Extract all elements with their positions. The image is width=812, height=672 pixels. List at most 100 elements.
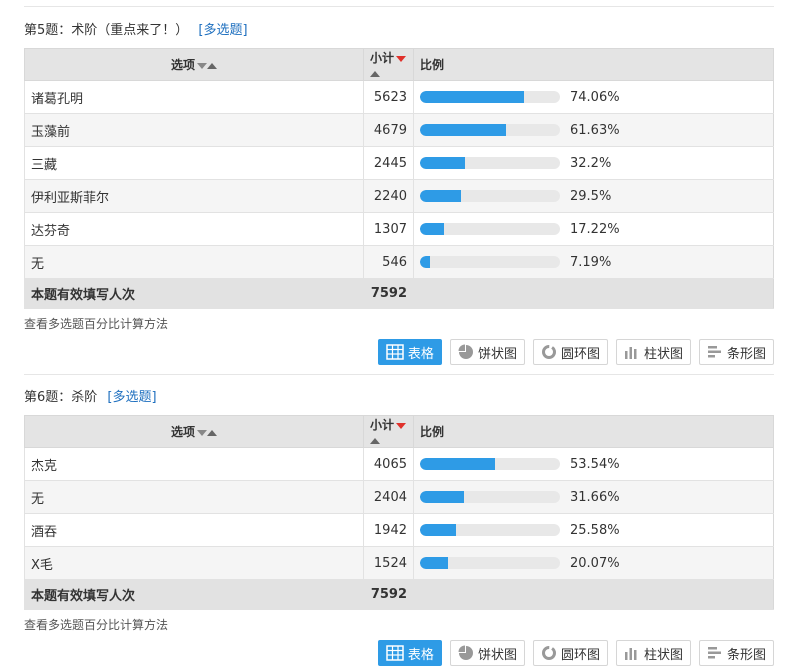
ratio-bar-fill (420, 557, 449, 569)
column-chart-icon (624, 648, 637, 660)
count-header-label: 小计 (370, 418, 395, 432)
result-table: 选项 小计 比例 杰克 4065 53.54% 无 2404 31.66% 酒吞… (24, 415, 774, 610)
option-cell: 酒吞 (24, 513, 364, 547)
ratio-cell: 17.22% (413, 212, 774, 246)
ratio-cell: 53.54% (413, 447, 774, 481)
bar-chart-button[interactable]: 条形图 (698, 339, 774, 365)
ratio-cell: 32.2% (413, 146, 774, 180)
question-type-tag[interactable]: [多选题] (198, 23, 247, 38)
ratio-text: 31.66% (570, 489, 620, 505)
column-chart-icon (624, 347, 637, 359)
ratio-text: 61.63% (570, 122, 620, 138)
table-row: 无 546 7.19% (24, 245, 774, 279)
count-cell: 1942 (363, 513, 414, 547)
option-header-label: 选项 (170, 425, 195, 439)
pie-chart-icon (458, 344, 473, 359)
ratio-bar-fill (420, 458, 495, 470)
ratio-bar (420, 190, 560, 202)
ratio-bar (420, 524, 560, 536)
sort-icon[interactable] (370, 70, 380, 77)
question-title: 第6题：杀阶 [多选题] (24, 387, 774, 409)
sort-icon[interactable] (370, 437, 380, 444)
table-row: 玉藻前 4679 61.63% (24, 113, 774, 147)
ratio-bar (420, 557, 560, 569)
ratio-text: 7.19% (570, 254, 612, 270)
ratio-bar-fill (420, 124, 507, 136)
table-view-button[interactable]: 表格 (377, 640, 442, 666)
calc-method-link[interactable]: 查看多选题百分比计算方法 (24, 610, 774, 640)
ratio-bar (420, 491, 560, 503)
view-switcher: 表格 饼状图 圆环图 柱状图 条形图 (24, 640, 774, 666)
ring-chart-button[interactable]: 圆环图 (532, 339, 608, 365)
ratio-text: 20.07% (570, 555, 620, 571)
pie-chart-button[interactable]: 饼状图 (449, 339, 525, 365)
ring-chart-label: 圆环图 (560, 647, 600, 663)
sort-icon[interactable] (197, 62, 207, 69)
option-cell: X毛 (24, 546, 364, 580)
table-row: 诸葛孔明 5623 74.06% (24, 80, 774, 114)
question-title-text: 第6题：杀阶 (24, 390, 98, 405)
option-cell: 伊利亚斯菲尔 (24, 179, 364, 213)
ratio-text: 53.54% (570, 456, 620, 472)
option-cell: 诸葛孔明 (24, 80, 364, 114)
ratio-text: 25.58% (570, 522, 620, 538)
ratio-bar-fill (420, 190, 462, 202)
ratio-bar (420, 223, 560, 235)
ratio-bar-fill (420, 223, 445, 235)
sort-icon[interactable] (207, 429, 217, 436)
question-5: 第5题：术阶（重点来了！） [多选题] 选项 小计 比例 诸葛孔明 5623 7… (24, 20, 774, 365)
column-chart-button[interactable]: 柱状图 (615, 640, 691, 666)
count-cell: 1524 (363, 546, 414, 580)
table-row: 达芬奇 1307 17.22% (24, 212, 774, 246)
column-chart-label: 柱状图 (643, 647, 683, 663)
count-cell: 546 (363, 245, 414, 279)
view-switcher: 表格 饼状图 圆环图 柱状图 条形图 (24, 339, 774, 365)
option-cell: 玉藻前 (24, 113, 364, 147)
bar-chart-button[interactable]: 条形图 (698, 640, 774, 666)
count-cell: 2445 (363, 146, 414, 180)
count-cell: 4065 (363, 447, 414, 481)
question-title: 第5题：术阶（重点来了！） [多选题] (24, 20, 774, 42)
total-label: 本题有效填写人次 (24, 278, 364, 309)
total-empty-cell (413, 278, 774, 309)
total-label: 本题有效填写人次 (24, 579, 364, 610)
count-cell: 1307 (363, 212, 414, 246)
count-header-label: 小计 (370, 51, 395, 65)
ratio-bar (420, 157, 560, 169)
question-6: 第6题：杀阶 [多选题] 选项 小计 比例 杰克 4065 53.54% 无 2… (24, 387, 774, 666)
count-header[interactable]: 小计 (363, 48, 414, 81)
table-view-button[interactable]: 表格 (377, 339, 442, 365)
ratio-bar-fill (420, 256, 431, 268)
column-chart-label: 柱状图 (643, 346, 683, 362)
option-header[interactable]: 选项 (24, 415, 364, 448)
total-empty-cell (413, 579, 774, 610)
ratio-header-label: 比例 (420, 425, 445, 439)
ring-chart-label: 圆环图 (560, 346, 600, 362)
sort-icon[interactable] (207, 62, 217, 69)
option-cell: 三藏 (24, 146, 364, 180)
ratio-text: 32.2% (570, 155, 612, 171)
pie-chart-label: 饼状图 (477, 346, 517, 362)
option-cell: 无 (24, 245, 364, 279)
column-chart-button[interactable]: 柱状图 (615, 339, 691, 365)
ratio-bar-fill (420, 491, 465, 503)
ratio-cell: 25.58% (413, 513, 774, 547)
pie-chart-button[interactable]: 饼状图 (449, 640, 525, 666)
table-row: 伊利亚斯菲尔 2240 29.5% (24, 179, 774, 213)
sort-desc-icon[interactable] (396, 55, 407, 62)
sort-icon[interactable] (197, 429, 207, 436)
table-view-label: 表格 (407, 647, 434, 663)
count-cell: 5623 (363, 80, 414, 114)
option-cell: 无 (24, 480, 364, 514)
ring-chart-button[interactable]: 圆环图 (532, 640, 608, 666)
table-row: 酒吞 1942 25.58% (24, 513, 774, 547)
ring-chart-icon (541, 345, 556, 359)
question-type-tag[interactable]: [多选题] (107, 390, 156, 405)
count-cell: 4679 (363, 113, 414, 147)
total-row: 本题有效填写人次 7592 (24, 579, 774, 610)
count-header[interactable]: 小计 (363, 415, 414, 448)
pie-chart-icon (458, 645, 473, 660)
option-header[interactable]: 选项 (24, 48, 364, 81)
calc-method-link[interactable]: 查看多选题百分比计算方法 (24, 309, 774, 339)
sort-desc-icon[interactable] (396, 422, 407, 429)
